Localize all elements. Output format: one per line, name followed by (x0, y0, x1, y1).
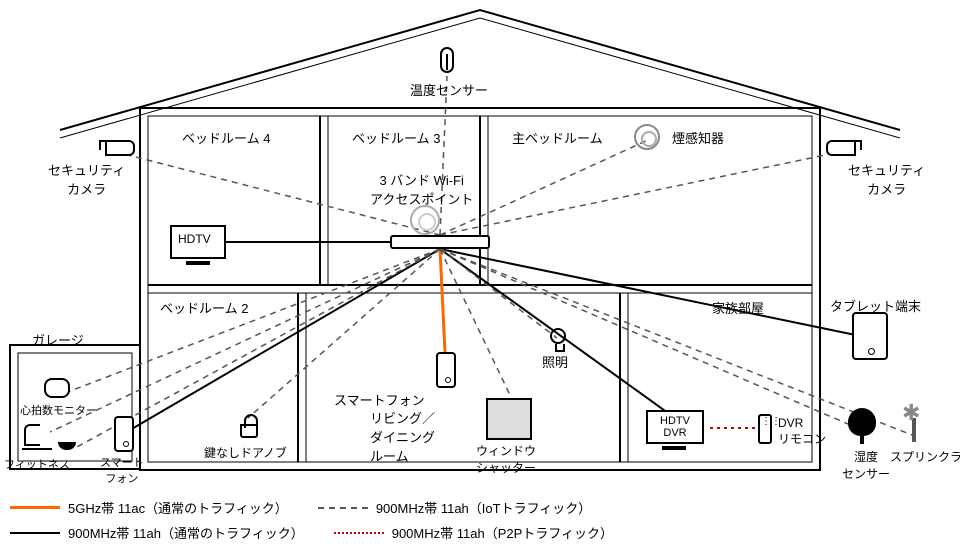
legend-iot-text: 900MHz帯 11ah（IoTトラフィック） (376, 498, 592, 517)
garage-phone-icon (114, 416, 134, 452)
label-bedroom4: ベッドルーム 4 (182, 128, 270, 147)
legend-5ghz-text: 5GHz帯 11ac（通常のトラフィック） (68, 498, 288, 517)
smoke-detector-icon (634, 124, 660, 150)
shutter-icon (486, 398, 532, 440)
label-camera-left: セキュリティ カメラ (48, 160, 125, 198)
camera-right-icon (826, 140, 856, 156)
wifi-waves-icon (410, 205, 440, 235)
label-smoke: 煙感知器 (672, 128, 724, 147)
label-light: 照明 (542, 352, 568, 371)
label-garage-phone: スマート フォン (100, 454, 144, 486)
lock-icon (240, 424, 258, 438)
dvr-remote-icon (758, 414, 772, 444)
label-sprinkler: スプリンクラー (890, 448, 960, 465)
diagram-root: 温度センサー ベッドルーム 4 ベッドルーム 3 主ベッドルーム ベッドルーム … (0, 0, 960, 550)
label-thermometer: 温度センサー (410, 80, 488, 99)
label-tablet: タブレット端末 (830, 296, 921, 315)
label-living-room: リビング／ ダイニング ルーム (370, 408, 435, 465)
label-shutter: ウィンドウ シャッター (476, 442, 536, 476)
hdtv-dvr-icon: HDTV DVR (646, 410, 704, 444)
legend-normal-ah-text: 900MHz帯 11ah（通常のトラフィック） (68, 523, 304, 542)
hdtv-stand-icon (186, 261, 210, 265)
label-family-room: 家族部屋 (712, 298, 764, 317)
label-lock: 鍵なしドアノブ (204, 444, 287, 461)
legend-iot: 900MHz帯 11ah（IoTトラフィック） (318, 498, 592, 517)
label-bedroom3: ベッドルーム 3 (352, 128, 440, 147)
label-dvr-remote: DVR リモコン (778, 416, 826, 447)
camera-left-icon (105, 140, 135, 156)
label-hdtv: HDTV (178, 232, 211, 246)
treadmill-icon (22, 430, 52, 450)
legend: 5GHz帯 11ac（通常のトラフィック） 900MHz帯 11ah（IoTトラ… (10, 492, 613, 542)
shoe-icon (58, 442, 76, 450)
label-humidity: 湿度 センサー (842, 448, 890, 482)
lightbulb-icon (550, 328, 566, 344)
label-camera-right: セキュリティ カメラ (848, 160, 925, 198)
label-access-point: 3 バンド Wi-Fi アクセスポイント (370, 170, 473, 208)
humidity-sensor-icon (848, 408, 876, 436)
legend-normal-ah: 900MHz帯 11ah（通常のトラフィック） (10, 523, 304, 542)
label-master-bedroom: 主ベッドルーム (512, 128, 603, 147)
legend-p2p-text: 900MHz帯 11ah（P2Pトラフィック） (392, 523, 613, 542)
hdtv-dvr-stand-icon (662, 446, 686, 450)
tablet-icon (852, 312, 888, 360)
label-heart: 心拍数モニター (20, 402, 97, 418)
label-fitness: フィットネス (4, 456, 70, 472)
legend-5ghz: 5GHz帯 11ac（通常のトラフィック） (10, 498, 288, 517)
heart-monitor-icon (44, 378, 70, 398)
legend-p2p: 900MHz帯 11ah（P2Pトラフィック） (334, 523, 613, 542)
label-bedroom2: ベッドルーム 2 (160, 298, 248, 317)
label-smartphone: スマートフォン (334, 390, 425, 409)
smartphone-icon (436, 352, 456, 388)
sprinkler-icon (912, 418, 916, 442)
label-garage: ガレージ (32, 330, 84, 349)
access-point-icon (390, 235, 490, 249)
thermometer-icon (440, 47, 454, 73)
